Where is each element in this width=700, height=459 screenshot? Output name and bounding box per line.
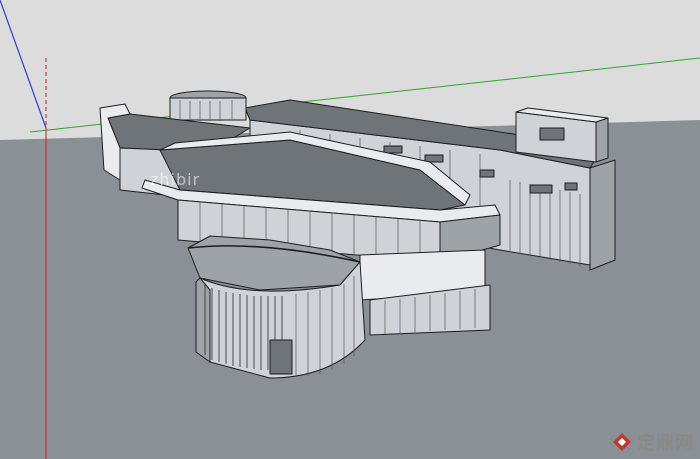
faint-watermark: zhibir: [150, 170, 201, 189]
rotunda-door: [269, 339, 293, 375]
roof-box-side: [595, 117, 609, 163]
sketchup-viewport[interactable]: zhibir 定鼎网: [0, 0, 700, 459]
rotunda-glass-curtain: [195, 277, 211, 363]
brand-watermark-text: 定鼎网: [637, 433, 694, 454]
rear-wing-side-wall: [589, 159, 616, 271]
roof-box-window: [539, 127, 565, 141]
3d-model-scene[interactable]: [0, 0, 700, 459]
roof-cylinder-wall: [169, 97, 247, 121]
brand-logo-icon: [613, 433, 631, 451]
brand-watermark: 定鼎网: [611, 429, 694, 455]
